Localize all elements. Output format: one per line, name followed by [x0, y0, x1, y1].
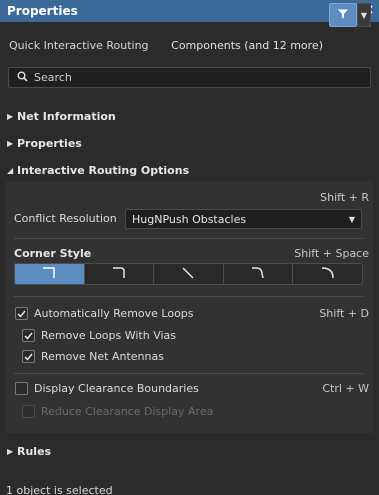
checkmark-icon	[24, 353, 33, 361]
collapse-icon: ◢	[7, 165, 14, 175]
object-filter-summary[interactable]: Components (and 12 more)	[171, 39, 323, 52]
conflict-resolution-label: Conflict Resolution	[14, 212, 117, 225]
corner-style-shortcut: Shift + Space	[294, 247, 369, 260]
selection-status: 1 object is selected	[6, 484, 113, 495]
filter-icon	[337, 8, 349, 23]
corner-45-arc-icon	[251, 266, 265, 282]
corner-rounded-icon	[112, 266, 126, 282]
search-icon	[17, 71, 28, 85]
search-placeholder: Search	[34, 71, 72, 84]
expand-icon: ▶	[7, 446, 14, 456]
remove-loops-with-vias-checkbox[interactable]	[22, 329, 35, 342]
display-clearance-boundaries-shortcut: Ctrl + W	[322, 382, 369, 395]
corner-45-arc-button[interactable]	[223, 264, 294, 284]
checkmark-icon	[17, 310, 26, 318]
section-rules[interactable]: ▶ Rules	[0, 440, 379, 462]
corner-rounded-button[interactable]	[84, 264, 155, 284]
panel-title-bar: Properties ▼	[0, 0, 379, 22]
section-interactive-routing-options[interactable]: ◢ Interactive Routing Options	[0, 159, 379, 181]
divider	[14, 373, 363, 374]
filter-button[interactable]	[329, 3, 357, 27]
corner-90-button[interactable]	[15, 264, 85, 284]
remove-net-antennas-checkbox[interactable]	[22, 350, 35, 363]
section-label: Properties	[17, 136, 82, 150]
auto-remove-loops-label: Automatically Remove Loops	[34, 307, 194, 320]
chevron-down-icon: ▼	[348, 214, 355, 224]
auto-remove-loops-checkbox[interactable]	[15, 307, 28, 320]
expand-icon: ▶	[7, 138, 14, 148]
section-label: Net Information	[17, 109, 116, 123]
remove-net-antennas-label: Remove Net Antennas	[41, 350, 164, 363]
section-label: Interactive Routing Options	[17, 163, 190, 177]
reduce-clearance-display-area-checkbox[interactable]	[22, 405, 35, 418]
panel-title: Properties	[7, 4, 78, 18]
divider	[14, 296, 363, 297]
conflict-resolution-value: HugNPush Obstacles	[132, 212, 247, 226]
remove-loops-with-vias-label: Remove Loops With Vias	[41, 329, 177, 342]
conflict-resolution-select[interactable]: HugNPush Obstacles ▼	[125, 209, 362, 229]
edit-mode-label: Quick Interactive Routing	[9, 38, 149, 52]
expand-icon: ▶	[7, 111, 14, 121]
section-properties[interactable]: ▶ Properties	[0, 132, 379, 154]
filter-row: Quick Interactive Routing Components (an…	[0, 30, 379, 60]
reduce-clearance-display-area-label: Reduce Clearance Display Area	[41, 405, 214, 418]
corner-style-selector	[14, 263, 363, 285]
chevron-down-icon: ▼	[360, 10, 368, 20]
search-input[interactable]: Search	[8, 67, 371, 88]
section-net-information[interactable]: ▶ Net Information	[0, 105, 379, 127]
display-clearance-boundaries-label: Display Clearance Boundaries	[34, 382, 199, 395]
auto-remove-loops-shortcut: Shift + D	[319, 307, 369, 320]
corner-45-icon	[181, 266, 195, 282]
corner-arc-button[interactable]	[293, 264, 362, 284]
divider	[14, 238, 363, 239]
corner-90-icon	[42, 266, 56, 282]
display-clearance-boundaries-checkbox[interactable]	[15, 382, 28, 395]
corner-45-button[interactable]	[154, 264, 224, 284]
filter-dropdown-button[interactable]: ▼	[357, 3, 371, 27]
corner-style-label: Corner Style	[14, 247, 92, 260]
corner-arc-icon	[321, 266, 335, 282]
conflict-resolution-shortcut: Shift + R	[320, 191, 369, 204]
section-label: Rules	[17, 444, 52, 458]
checkmark-icon	[24, 332, 33, 340]
